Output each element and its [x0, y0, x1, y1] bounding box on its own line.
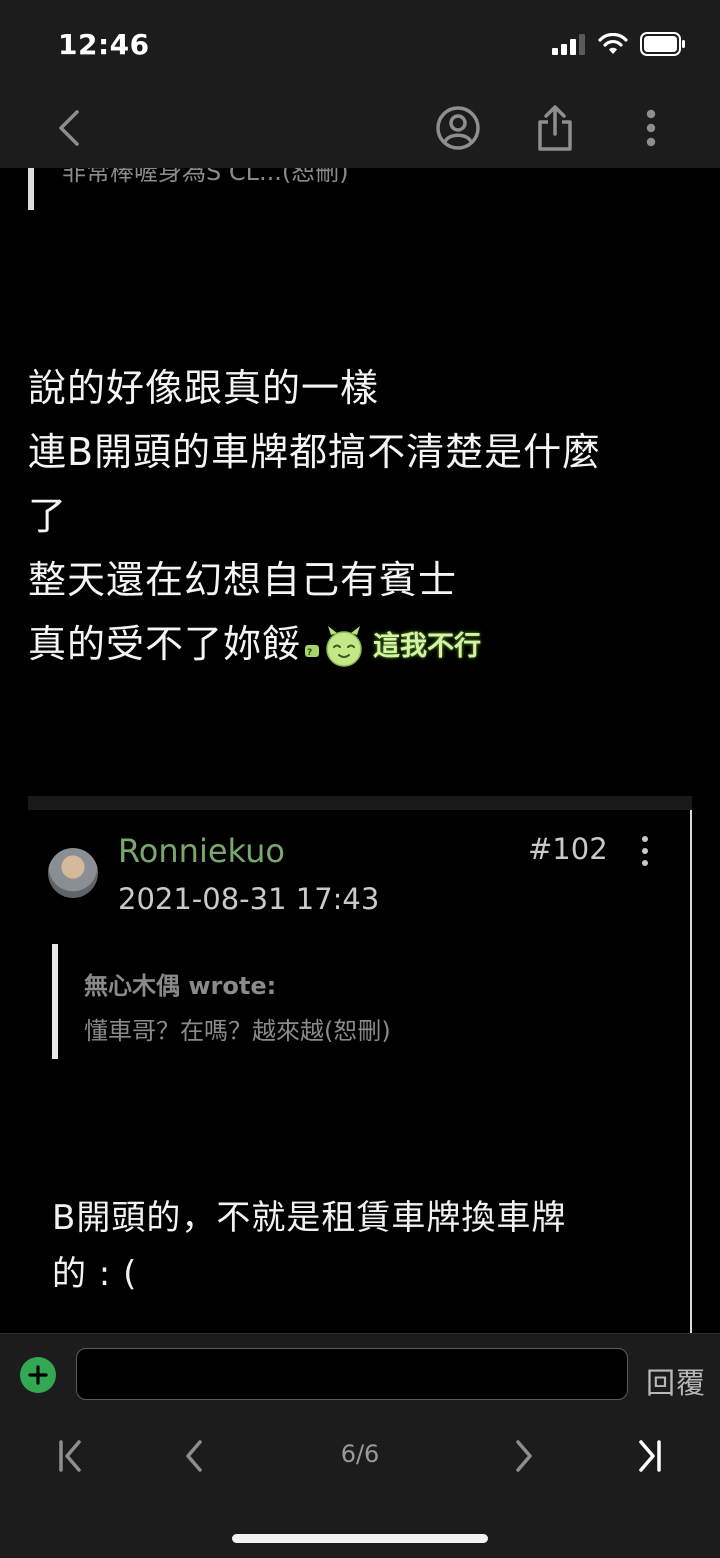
- reply-card: Ronniekuo 2021-08-31 17:43 #102 無心木偶 wro…: [28, 796, 692, 1333]
- post-timestamp: 2021-08-31 17:43: [118, 882, 380, 916]
- last-page-icon: [639, 1440, 661, 1472]
- post-line: 說的好像跟真的一樣: [28, 366, 380, 410]
- share-icon: [538, 105, 572, 151]
- next-page-button[interactable]: [502, 1436, 546, 1476]
- cat-emoticon-icon: ?: [305, 625, 362, 667]
- profile-icon: [436, 106, 480, 150]
- more-icon: [646, 109, 656, 147]
- reply-input[interactable]: [76, 1348, 628, 1400]
- battery-icon: [640, 32, 685, 56]
- post-line: 真的受不了妳餒: [28, 622, 302, 666]
- post-more-icon[interactable]: [636, 836, 654, 866]
- avatar[interactable]: [48, 848, 98, 898]
- emoticon-text: 這我不行: [373, 630, 482, 662]
- add-attachment-button[interactable]: [20, 1357, 56, 1393]
- status-bar: 12:46: [0, 0, 720, 88]
- post-line: 整天還在幻想自己有賓士: [28, 558, 458, 602]
- previous-quote: 非常棒喔身為S CL...(恕刪): [28, 168, 349, 210]
- profile-button[interactable]: [432, 88, 484, 168]
- back-button[interactable]: [44, 88, 94, 168]
- post-last-line: 真的受不了妳餒 ? 這我不行: [28, 612, 698, 679]
- page-indicator: 6/6: [340, 1440, 380, 1468]
- thread-content[interactable]: 非常棒喔身為S CL...(恕刪) 說的好像跟真的一樣 連B開頭的車牌都搞不清楚…: [0, 168, 720, 1333]
- quote-block: 無心木偶 wrote: 懂車哥？在嗎？越來越(恕刪): [52, 944, 391, 1059]
- cellular-signal-icon: [552, 34, 585, 55]
- reply-button[interactable]: 回覆: [646, 1360, 706, 1402]
- more-button[interactable]: [636, 88, 666, 168]
- username[interactable]: Ronniekuo: [118, 832, 285, 870]
- wifi-icon: [598, 33, 628, 54]
- last-page-button[interactable]: [628, 1436, 672, 1476]
- reply-line: B開頭的，不就是租賃車牌換車牌: [52, 1198, 567, 1238]
- reply-composer: 回覆: [0, 1333, 720, 1416]
- svg-text:?: ?: [307, 648, 313, 658]
- quote-text: 懂車哥？在嗎？越來越(恕刪): [84, 1017, 391, 1045]
- nav-bar: [0, 88, 720, 168]
- post-line: 連B開頭的車牌都搞不清楚是什麼: [28, 430, 602, 474]
- emoticon: ? 這我不行: [303, 615, 481, 679]
- reply-body: B開頭的，不就是租賃車牌換車牌 的 : (: [52, 1190, 672, 1302]
- back-chevron-icon: [59, 110, 79, 146]
- pagination-bar: 6/6: [0, 1416, 720, 1558]
- home-indicator[interactable]: [232, 1534, 488, 1543]
- floor-number: #102: [528, 832, 608, 866]
- card-divider: [28, 796, 692, 810]
- post-line: 了: [28, 494, 68, 538]
- post-body: 說的好像跟真的一樣 連B開頭的車牌都搞不清楚是什麼 了 整天還在幻想自己有賓士 …: [28, 356, 698, 679]
- share-button[interactable]: [530, 88, 580, 168]
- previous-quote-text: 非常棒喔身為S CL...(恕刪): [62, 168, 349, 186]
- status-icons: [552, 32, 686, 56]
- add-icon: [28, 1365, 48, 1385]
- next-page-icon: [516, 1440, 532, 1472]
- status-time: 12:46: [58, 28, 150, 61]
- reply-line: 的 : (: [52, 1254, 138, 1294]
- quote-author: 無心木偶 wrote:: [84, 972, 277, 1000]
